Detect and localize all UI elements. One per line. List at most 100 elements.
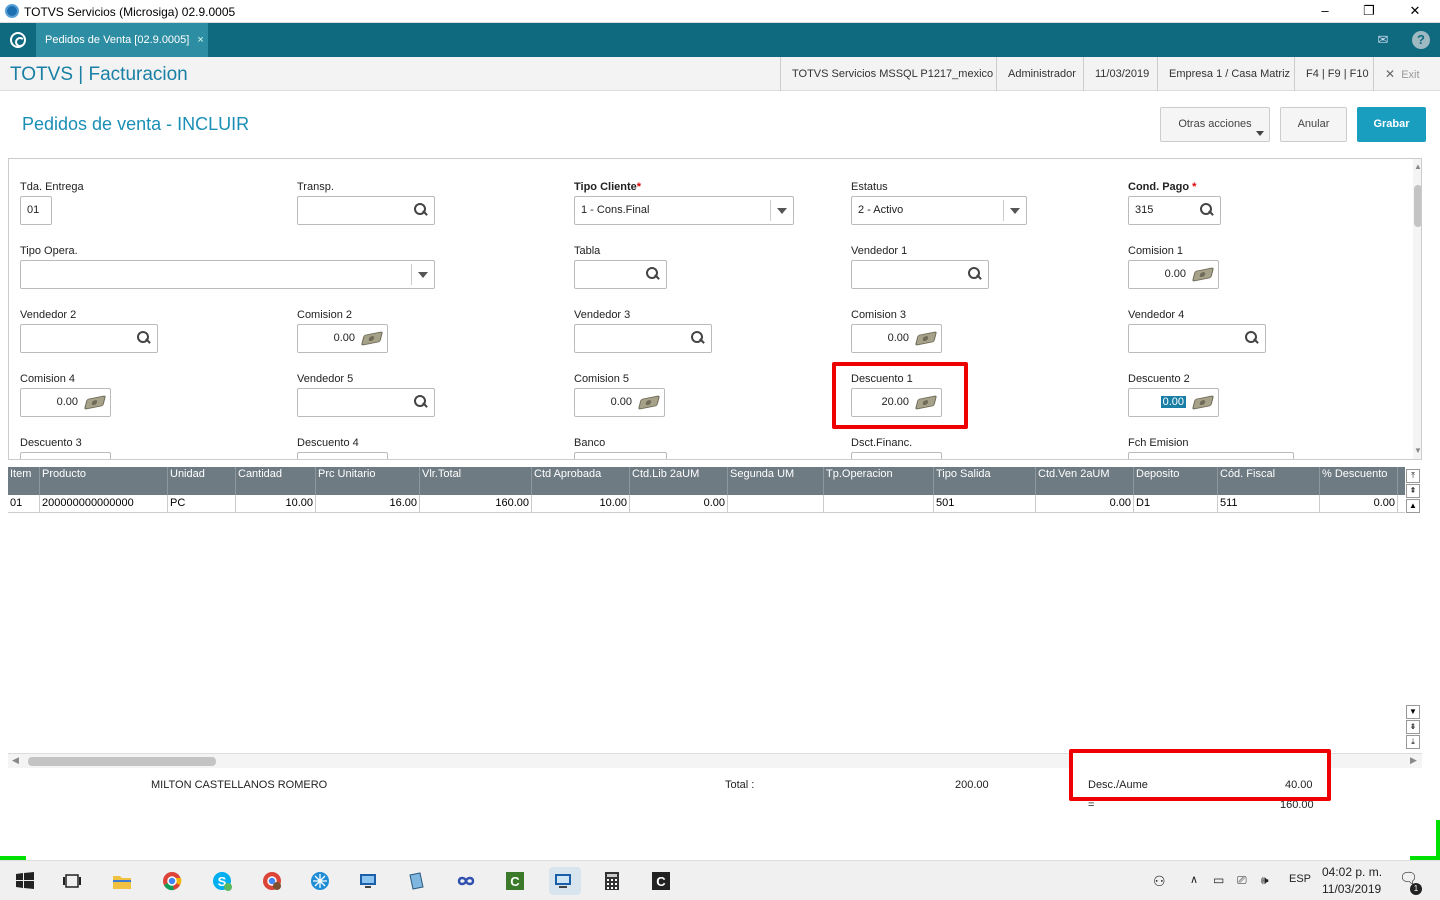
table-cell[interactable]: 0.00 [1320, 495, 1398, 513]
table-cell[interactable]: 10.00 [532, 495, 630, 513]
vendedor2-input[interactable] [20, 324, 158, 353]
grabar-button[interactable]: Grabar [1357, 107, 1426, 142]
scroll-page-down-icon[interactable]: ⇟ [1406, 720, 1420, 734]
exit-button[interactable]: ✕ Exit [1373, 57, 1431, 91]
column-header[interactable]: Tipo Salida [934, 467, 1036, 495]
scroll-up-icon[interactable]: ▲ [1406, 499, 1420, 513]
comision5-input[interactable]: 0.00 [574, 388, 665, 417]
search-icon[interactable] [646, 267, 659, 280]
chevron-down-icon[interactable] [777, 208, 787, 214]
comision1-input[interactable]: 0.00 [1128, 260, 1219, 289]
table-cell[interactable] [824, 495, 934, 513]
fch-emision-input[interactable] [1128, 452, 1294, 459]
comision3-input[interactable]: 0.00 [851, 324, 942, 353]
column-header[interactable]: Ctd.Ven 2aUM [1036, 467, 1134, 495]
tab-close-icon[interactable]: × [197, 34, 203, 46]
tipo-cliente-select[interactable]: 1 - Cons.Final [574, 196, 794, 225]
table-cell[interactable]: D1 [1134, 495, 1218, 513]
table-cell[interactable]: 16.00 [316, 495, 420, 513]
search-icon[interactable] [968, 267, 981, 280]
clock[interactable]: 04:02 p. m. 11/03/2019 [1322, 864, 1382, 898]
search-icon[interactable] [414, 203, 427, 216]
tipo-opera-select[interactable] [20, 260, 435, 289]
column-header[interactable]: Item [8, 467, 40, 495]
column-header[interactable]: Prc Unitario [316, 467, 420, 495]
dsct-financ-input[interactable] [851, 452, 942, 459]
column-header[interactable]: Unidad [168, 467, 236, 495]
taskbar-totvs-active[interactable] [549, 867, 581, 895]
start-button[interactable] [11, 867, 39, 895]
vendedor5-input[interactable] [297, 388, 435, 417]
vendedor1-input[interactable] [851, 260, 989, 289]
estatus-select[interactable]: 2 - Activo [851, 196, 1027, 225]
table-cell[interactable]: 160.00 [420, 495, 532, 513]
comision4-input[interactable]: 0.00 [20, 388, 111, 417]
column-header[interactable]: Segunda UM [728, 467, 824, 495]
descuento3-input[interactable] [20, 452, 111, 459]
column-header[interactable]: Vlr.Total [420, 467, 532, 495]
chevron-up-icon[interactable]: ∧ [1190, 873, 1198, 886]
chevron-down-icon[interactable] [418, 272, 428, 278]
taskbar-snowflake-app[interactable] [306, 867, 334, 895]
search-icon[interactable] [691, 331, 704, 344]
help-icon[interactable]: ? [1412, 31, 1430, 49]
column-header[interactable]: Cód. Fiscal [1218, 467, 1320, 495]
cond-pago-input[interactable]: 315 [1128, 196, 1221, 225]
table-cell[interactable]: 200000000000000 [40, 495, 168, 513]
table-cell[interactable]: PC [168, 495, 236, 513]
column-header[interactable]: Deposito [1134, 467, 1218, 495]
volume-icon[interactable]: 🕪 [1261, 873, 1269, 888]
scroll-down-icon[interactable]: ▼ [1414, 446, 1421, 455]
scroll-left-icon[interactable]: ◀ [12, 755, 19, 766]
task-view-button[interactable] [58, 867, 86, 895]
taskbar-chrome[interactable] [158, 867, 186, 895]
header-shortcuts[interactable]: F4 | F9 | F10 [1294, 57, 1380, 91]
vendedor3-input[interactable] [574, 324, 712, 353]
money-icon[interactable] [1191, 395, 1215, 410]
money-icon[interactable] [637, 395, 661, 410]
table-cell[interactable]: 0.00 [1036, 495, 1134, 513]
scroll-right-icon[interactable]: ▶ [1410, 755, 1417, 766]
mail-icon[interactable]: ✉ [1374, 31, 1392, 49]
table-cell[interactable]: 0.00 [630, 495, 728, 513]
form-scrollbar[interactable]: ▲ ▼ [1413, 159, 1421, 459]
totvs-logo-icon[interactable] [10, 32, 26, 48]
table-cell[interactable]: 501 [934, 495, 1036, 513]
chevron-down-icon[interactable] [1010, 208, 1020, 214]
network-icon[interactable]: ⎚ [1237, 873, 1247, 888]
column-header[interactable]: Cantidad [236, 467, 316, 495]
scrollbar-thumb[interactable] [1414, 185, 1421, 227]
table-cell[interactable]: 10.00 [236, 495, 316, 513]
money-icon[interactable] [83, 395, 107, 410]
taskbar-file-explorer[interactable] [108, 867, 136, 895]
scroll-page-up-icon[interactable]: ⇞ [1406, 484, 1420, 498]
tda-entrega-input[interactable]: 01 [20, 196, 52, 225]
search-icon[interactable] [1200, 203, 1213, 216]
column-header[interactable]: Tp.Operacion [824, 467, 934, 495]
money-icon[interactable] [914, 331, 938, 346]
vendedor4-input[interactable] [1128, 324, 1266, 353]
taskbar-skype[interactable]: S [208, 867, 236, 895]
column-header[interactable]: Producto [40, 467, 168, 495]
money-icon[interactable] [360, 331, 384, 346]
scroll-top-icon[interactable]: ⤒ [1406, 469, 1420, 483]
battery-icon[interactable]: ▭ [1213, 873, 1224, 887]
table-cell[interactable]: 01 [8, 495, 40, 513]
taskbar-remote-desktop[interactable] [354, 867, 382, 895]
anular-button[interactable]: Anular [1280, 107, 1347, 142]
minimize-button[interactable]: – [1305, 2, 1345, 20]
tabla-input[interactable] [574, 260, 667, 289]
money-icon[interactable] [1191, 267, 1215, 282]
column-header[interactable]: Ctd Aprobada [532, 467, 630, 495]
scroll-down-icon[interactable]: ▼ [1406, 705, 1420, 719]
scrollbar-thumb[interactable] [28, 757, 216, 766]
taskbar-camtasia-recorder[interactable]: C [647, 867, 675, 895]
taskbar-chrome-profile[interactable] [258, 867, 286, 895]
restore-button[interactable]: ❐ [1349, 2, 1389, 20]
banco-input[interactable] [574, 452, 667, 459]
transp-input[interactable] [297, 196, 435, 225]
language-indicator[interactable]: ESP [1289, 873, 1311, 885]
table-row[interactable]: 01 200000000000000 PC 10.00 16.00 160.00 10.00… [8, 495, 1405, 513]
descuento2-input[interactable]: 0.00 [1128, 388, 1219, 417]
comision2-input[interactable]: 0.00 [297, 324, 388, 353]
